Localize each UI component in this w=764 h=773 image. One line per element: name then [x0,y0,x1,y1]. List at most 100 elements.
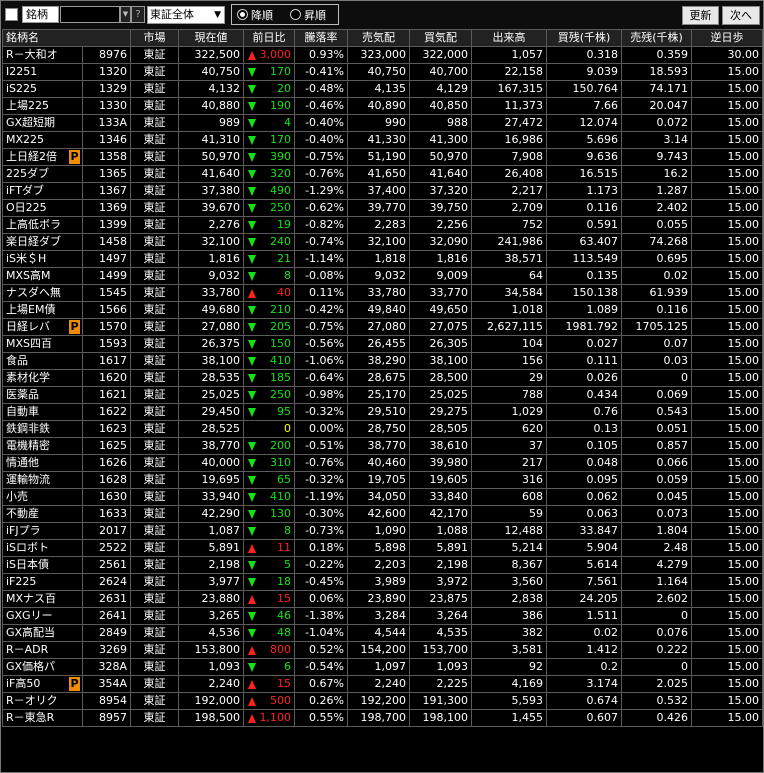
table-row[interactable]: 日経レバ P 1570 東証 27,080 205 -0.75% 27,080 … [2,318,763,336]
table-row[interactable]: 素材化学 1620 東証 28,535 185 -0.64% 28,675 28… [2,369,763,387]
table-row[interactable]: MX225 1346 東証 41,310 170 -0.40% 41,330 4… [2,131,763,149]
table-row[interactable]: 食品 1617 東証 38,100 410 -1.06% 38,290 38,1… [2,352,763,370]
column-header-ask[interactable]: 売気配 [347,29,410,47]
stock-name-cell[interactable]: 電機精密 [2,437,83,455]
table-row[interactable]: iSロボト 2522 東証 5,891 11 0.18% 5,898 5,891… [2,539,763,557]
refresh-button[interactable]: 更新 [682,6,719,25]
stock-name-cell[interactable]: 上場EM債 [2,301,83,319]
next-page-button[interactable]: 次へ [722,6,760,25]
table-row[interactable]: 不動産 1633 東証 42,290 130 -0.30% 42,600 42,… [2,505,763,523]
stock-name-cell[interactable]: 情通他 [2,454,83,472]
table-row[interactable]: GX高配当 2849 東証 4,536 48 -1.04% 4,544 4,53… [2,624,763,642]
stock-name-cell[interactable]: MXS高M [2,267,83,285]
table-row[interactable]: MXナス百 2631 東証 23,880 15 0.06% 23,890 23,… [2,590,763,608]
table-row[interactable]: MXS四百 1593 東証 26,375 150 -0.56% 26,455 2… [2,335,763,353]
table-row[interactable]: 上高低ボラ 1399 東証 2,276 19 -0.82% 2,283 2,25… [2,216,763,234]
column-header-bid[interactable]: 買気配 [409,29,472,47]
table-row[interactable]: 電機精密 1625 東証 38,770 200 -0.51% 38,770 38… [2,437,763,455]
sort-desc-radio[interactable] [237,9,248,20]
table-row[interactable]: iS225 1329 東証 4,132 20 -0.48% 4,135 4,12… [2,80,763,98]
stock-name-cell[interactable]: MXS四百 [2,335,83,353]
table-row[interactable]: ナスダへ無 1545 東証 33,780 40 0.11% 33,780 33,… [2,284,763,302]
help-button[interactable]: ? [131,6,145,23]
stock-name-cell[interactable]: 小売 [2,488,83,506]
stock-name-cell[interactable]: 上日経2倍 P [2,148,83,166]
column-header-rate[interactable]: 騰落率 [294,29,348,47]
stock-name-cell[interactable]: MXナス百 [2,590,83,608]
table-row[interactable]: R－ADR 3269 東証 153,800 800 0.52% 154,200 … [2,641,763,659]
stock-name-cell[interactable]: iFTダブ [2,182,83,200]
column-header-market[interactable]: 市場 [130,29,179,47]
column-header-margin-sell[interactable]: 売残(千株) [621,29,692,47]
table-row[interactable]: 上日経2倍 P 1358 東証 50,970 390 -0.75% 51,190… [2,148,763,166]
stock-name-cell[interactable]: GX高配当 [2,624,83,642]
table-row[interactable]: GX超短期 133A 東証 989 4 -0.40% 990 988 27,47… [2,114,763,132]
table-row[interactable]: 医薬品 1621 東証 25,025 250 -0.98% 25,170 25,… [2,386,763,404]
column-header-price[interactable]: 現在値 [178,29,244,47]
table-row[interactable]: 情通他 1626 東証 40,000 310 -0.76% 40,460 39,… [2,454,763,472]
table-row[interactable]: O日225 1369 東証 39,670 250 -0.62% 39,770 3… [2,199,763,217]
stock-name-cell[interactable]: 鉄鋼非鉄 [2,420,83,438]
stock-name-cell[interactable]: 225ダブ [2,165,83,183]
stock-name-cell[interactable]: iF高50 P [2,675,83,693]
stock-name-cell[interactable]: 食品 [2,352,83,370]
table-row[interactable]: iFJプラ 2017 東証 1,087 8 -0.73% 1,090 1,088… [2,522,763,540]
stock-name-cell[interactable]: iS225 [2,80,83,98]
table-row[interactable]: 225ダブ 1365 東証 41,640 320 -0.76% 41,650 4… [2,165,763,183]
stock-name-cell[interactable]: GXGリー [2,607,83,625]
table-row[interactable]: iF225 2624 東証 3,977 18 -0.45% 3,989 3,97… [2,573,763,591]
stock-name-cell[interactable]: iSロボト [2,539,83,557]
code-history-dropdown-button[interactable]: ▼ [120,6,131,23]
market-select[interactable]: 東証全体 ▼ [147,6,225,24]
table-row[interactable]: iS日本債 2561 東証 2,198 5 -0.22% 2,203 2,198… [2,556,763,574]
stock-name-cell[interactable]: 上場225 [2,97,83,115]
stock-name-cell[interactable]: R－ADR [2,641,83,659]
stock-code-input[interactable] [60,6,120,23]
stock-name-cell[interactable]: 自動車 [2,403,83,421]
table-row[interactable]: R－東急R 8957 東証 198,500 1,100 0.55% 198,70… [2,709,763,727]
stock-name-cell[interactable]: O日225 [2,199,83,217]
stock-name-cell[interactable]: GX超短期 [2,114,83,132]
stock-name-cell[interactable]: 不動産 [2,505,83,523]
table-row[interactable]: MXS高M 1499 東証 9,032 8 -0.08% 9,032 9,009… [2,267,763,285]
table-row[interactable]: 上場EM債 1566 東証 49,680 210 -0.42% 49,840 4… [2,301,763,319]
column-header-name[interactable]: 銘柄名 [2,29,131,47]
table-row[interactable]: R－オリク 8954 東証 192,000 500 0.26% 192,200 … [2,692,763,710]
column-header-margin-buy[interactable]: 買残(千株) [546,29,622,47]
stock-name-cell[interactable]: iS米＄H [2,250,83,268]
sort-asc-radio[interactable] [290,9,301,20]
table-row[interactable]: GXGリー 2641 東証 3,265 46 -1.38% 3,284 3,26… [2,607,763,625]
stock-name-cell[interactable]: iF225 [2,573,83,591]
stock-name-cell[interactable]: 素材化学 [2,369,83,387]
stock-name-cell[interactable]: R－大和オ [2,46,83,64]
stock-name-cell[interactable]: 運輸物流 [2,471,83,489]
stock-name-cell[interactable]: 楽日経ダブ [2,233,83,251]
table-row[interactable]: 鉄鋼非鉄 1623 東証 28,525 0 0.00% 28,750 28,50… [2,420,763,438]
column-header-volume[interactable]: 出来高 [471,29,547,47]
table-row[interactable]: 楽日経ダブ 1458 東証 32,100 240 -0.74% 32,100 3… [2,233,763,251]
stock-name-cell[interactable]: iS日本債 [2,556,83,574]
column-header-reverse-fee[interactable]: 逆日歩 [691,29,763,47]
table-row[interactable]: 運輸物流 1628 東証 19,695 65 -0.32% 19,705 19,… [2,471,763,489]
stock-name-cell[interactable]: 日経レバ P [2,318,83,336]
table-row[interactable]: iF高50 P 354A 東証 2,240 15 0.67% 2,240 2,2… [2,675,763,693]
table-row[interactable]: 小売 1630 東証 33,940 410 -1.19% 34,050 33,8… [2,488,763,506]
table-row[interactable]: GX価格パ 328A 東証 1,093 6 -0.54% 1,097 1,093… [2,658,763,676]
stock-name-cell[interactable]: R－オリク [2,692,83,710]
stock-name-cell[interactable]: GX価格パ [2,658,83,676]
column-header-change[interactable]: 前日比 [243,29,295,47]
stock-name-cell[interactable]: 医薬品 [2,386,83,404]
stock-name-cell[interactable]: R－東急R [2,709,83,727]
stock-name-cell[interactable]: ナスダへ無 [2,284,83,302]
table-row[interactable]: 上場225 1330 東証 40,880 190 -0.46% 40,890 4… [2,97,763,115]
table-row[interactable]: I2251 1320 東証 40,750 170 -0.41% 40,750 4… [2,63,763,81]
table-row[interactable]: 自動車 1622 東証 29,450 95 -0.32% 29,510 29,2… [2,403,763,421]
select-all-checkbox[interactable] [5,8,18,21]
stock-name-cell[interactable]: MX225 [2,131,83,149]
table-row[interactable]: iS米＄H 1497 東証 1,816 21 -1.14% 1,818 1,81… [2,250,763,268]
stock-name-cell[interactable]: 上高低ボラ [2,216,83,234]
stock-name-cell[interactable]: iFJプラ [2,522,83,540]
table-row[interactable]: R－大和オ 8976 東証 322,500 3,000 0.93% 323,00… [2,46,763,64]
stock-name-cell[interactable]: I2251 [2,63,83,81]
table-row[interactable]: iFTダブ 1367 東証 37,380 490 -1.29% 37,400 3… [2,182,763,200]
